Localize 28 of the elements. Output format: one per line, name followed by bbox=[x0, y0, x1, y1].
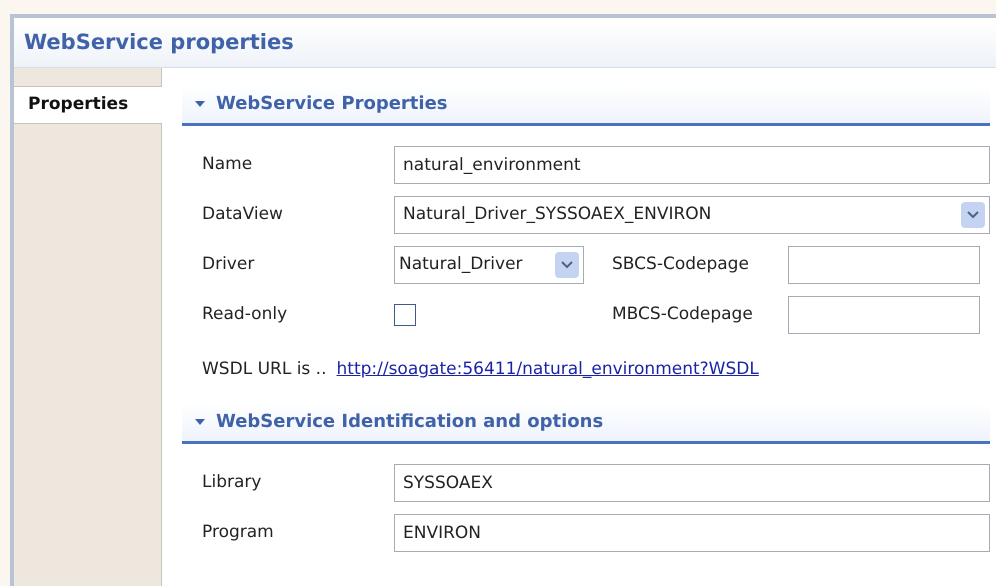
dropdown-field[interactable]: Natural_Driver bbox=[394, 246, 584, 284]
field-label: WSDL URL is .. bbox=[202, 358, 326, 382]
window-title: WebService properties bbox=[24, 28, 294, 56]
field-label: Name bbox=[202, 153, 254, 176]
text-field[interactable] bbox=[788, 246, 980, 284]
text-field[interactable]: ENVIRON bbox=[394, 514, 990, 552]
field-label: Driver bbox=[202, 253, 256, 276]
checkbox[interactable] bbox=[394, 304, 416, 326]
expand-triangle-icon bbox=[194, 418, 206, 426]
sidebar-tab[interactable]: Properties bbox=[14, 86, 162, 124]
text-field[interactable]: natural_environment bbox=[394, 146, 990, 184]
chevron-down-icon bbox=[967, 211, 979, 219]
field-label: MBCS-Codepage bbox=[612, 303, 754, 326]
field-label: Program bbox=[202, 521, 275, 544]
dropdown-button[interactable] bbox=[555, 252, 579, 278]
field-label: SBCS-Codepage bbox=[612, 253, 750, 276]
field-label: Library bbox=[202, 471, 262, 494]
dropdown-field[interactable]: Natural_Driver_SYSSOAEX_ENVIRON bbox=[394, 196, 990, 234]
wsdl-link[interactable]: http://soagate:56411/natural_environment?WSDL bbox=[336, 357, 759, 383]
dropdown-button[interactable] bbox=[961, 202, 985, 228]
expand-triangle-icon bbox=[194, 100, 206, 108]
section-title: WebService Properties bbox=[216, 92, 448, 116]
field-label: Read-only bbox=[202, 303, 288, 326]
field-label: DataView bbox=[202, 203, 284, 226]
section-title: WebService Identification and options bbox=[216, 410, 604, 434]
text-field[interactable] bbox=[788, 296, 980, 334]
chevron-down-icon bbox=[561, 261, 573, 269]
text-field[interactable]: SYSSOAEX bbox=[394, 464, 990, 502]
